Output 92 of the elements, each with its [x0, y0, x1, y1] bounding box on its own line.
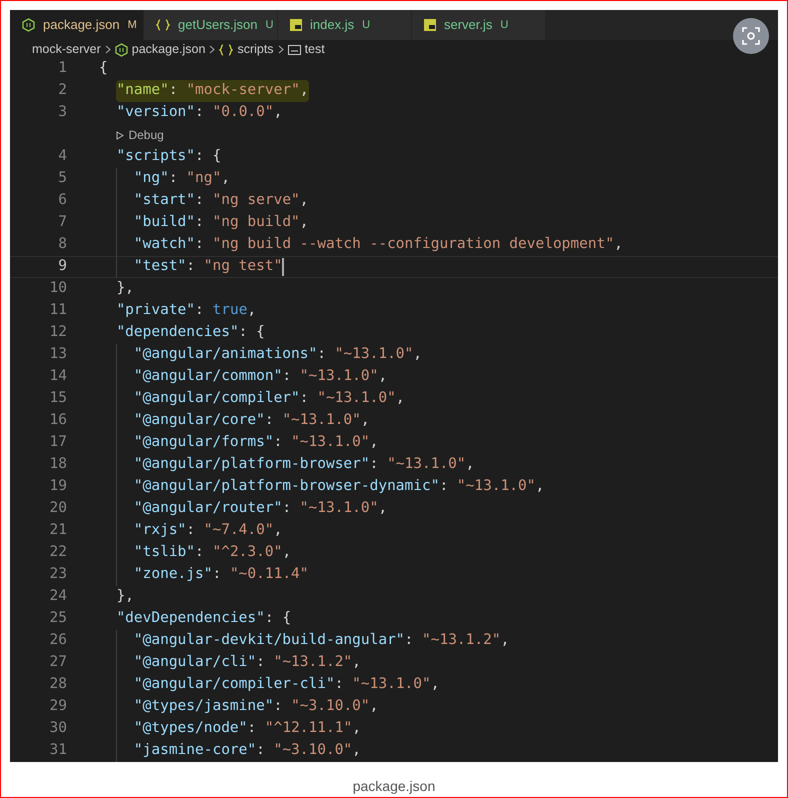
braces-icon [219, 44, 234, 56]
code-line: "tslib": "^2.3.0", [134, 543, 292, 562]
code-line: "@angular/forms": "~13.1.0", [134, 433, 378, 452]
chevron-icon [209, 45, 216, 54]
code-line: "dependencies": { [116, 323, 265, 342]
tab-label: server.js [444, 16, 492, 34]
editor-tab[interactable]: server.js U [412, 10, 546, 40]
code-line: "@angular/animations": "~13.1.0", [134, 345, 422, 364]
code-line: "start": "ng serve", [134, 191, 309, 210]
codelens-link[interactable]: Debug [116, 126, 164, 144]
breadcrumb-item[interactable]: test [304, 40, 325, 59]
tab-label: getUsers.json [178, 16, 258, 34]
file-icon [424, 19, 436, 32]
line-number: 3 [57, 103, 67, 122]
code-line: "@types/jasmine": "~3.10.0", [134, 697, 378, 716]
tab-status: U [500, 18, 508, 33]
line-number: 11 [48, 301, 67, 320]
hexagon-icon [22, 18, 35, 32]
line-number: 6 [57, 191, 67, 210]
line-number: 9 [57, 257, 67, 276]
text-cursor [282, 258, 284, 276]
code-line: "@angular/router": "~13.1.0", [134, 499, 388, 518]
editor-tab[interactable]: index.js U [278, 10, 412, 40]
line-number: 8 [57, 235, 67, 254]
code-line: "@angular-devkit/build-angular": "~13.1.2", [134, 631, 510, 650]
line-number: 24 [48, 587, 67, 606]
line-number: 30 [48, 719, 67, 738]
tab-status: U [265, 18, 274, 33]
code-line: }, [116, 587, 134, 606]
code-line: "rxjs": "~7.4.0", [134, 521, 282, 540]
line-number: 5 [57, 169, 67, 188]
code-line: "test": "ng test" [134, 257, 282, 276]
line-number: 25 [48, 609, 67, 628]
line-number: 27 [48, 653, 67, 672]
breadcrumb-item[interactable]: mock-server [32, 40, 101, 59]
tab-label: package.json [43, 16, 120, 34]
code-line: }, [116, 279, 134, 298]
line-number: 22 [48, 543, 67, 562]
line-number: 10 [48, 279, 67, 298]
string-icon [288, 44, 301, 55]
image-caption: package.json [352, 777, 436, 796]
focus-icon [742, 27, 760, 45]
line-number: 21 [48, 521, 67, 540]
line-number: 23 [48, 565, 67, 584]
line-number: 29 [48, 697, 67, 716]
code-line: "@angular/common": "~13.1.0", [134, 367, 388, 386]
braces-icon [156, 19, 170, 32]
code-line: "version": "0.0.0", [116, 103, 282, 122]
tab-label: index.js [310, 16, 354, 34]
breadcrumb-item[interactable]: package.json [132, 40, 206, 59]
code-line: "@angular/core": "~13.1.0", [134, 411, 370, 430]
breadcrumb-item[interactable]: scripts [237, 40, 274, 59]
line-number: 16 [48, 411, 67, 430]
code-line: "devDependencies": { [116, 609, 292, 628]
editor-tab[interactable]: getUsers.json U [144, 10, 278, 40]
tab-status: U [362, 18, 370, 33]
line-number: 31 [48, 741, 67, 760]
line-number: 20 [48, 499, 67, 518]
line-number: 26 [48, 631, 67, 650]
line-number: 7 [57, 213, 67, 232]
line-number: 14 [48, 367, 67, 386]
line-number: 2 [57, 81, 67, 100]
editor-tab[interactable]: package.json M [10, 10, 144, 40]
line-number: 18 [48, 455, 67, 474]
code-line: "@angular/compiler": "~13.1.0", [134, 389, 405, 408]
code-line: "@angular/cli": "~13.1.2", [134, 653, 361, 672]
line-number: 13 [48, 345, 67, 364]
tab-status: M [128, 18, 137, 33]
code-line: "ng": "ng", [134, 169, 230, 188]
code-line: "@angular/platform-browser": "~13.1.0", [134, 455, 474, 474]
code-line: "zone.js": "~0.11.4" [134, 565, 309, 584]
hexagon-icon [114, 42, 128, 57]
chevron-icon [104, 45, 111, 54]
code-line: "@angular/platform-browser-dynamic": "~13.1.0", [134, 477, 544, 496]
line-number: 17 [48, 433, 67, 452]
line-number: 19 [48, 477, 67, 496]
code-line: "private": true, [116, 301, 256, 320]
code-line: "build": "ng build", [134, 213, 309, 232]
line-number: 12 [48, 323, 67, 342]
line-number: 1 [57, 59, 67, 78]
line-number: 28 [48, 675, 67, 694]
line-number: 15 [48, 389, 67, 408]
code-line: "@angular/compiler-cli": "~13.1.0", [134, 675, 440, 694]
code-line: "@types/node": "^12.11.1", [134, 719, 361, 738]
code-line: "jasmine-core": "~3.10.0", [134, 741, 361, 760]
code-line: "scripts": { [116, 147, 222, 166]
chevron-icon [278, 45, 284, 54]
file-icon [290, 19, 302, 32]
code-line: { [99, 59, 108, 78]
play-icon [116, 130, 124, 140]
line-number: 4 [57, 147, 67, 166]
code-line: "watch": "ng build --watch --configuration development", [134, 235, 623, 254]
